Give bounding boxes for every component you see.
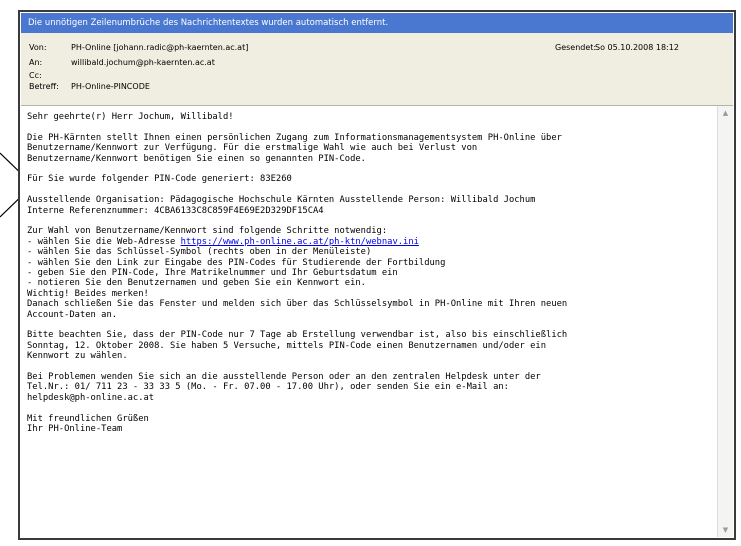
- step-line: - wählen Sie das Schlüssel-Symbol (recht…: [27, 247, 372, 258]
- paragraph-organisation: Ausstellende Organisation: Pädagogische …: [27, 195, 713, 216]
- step-line: - wählen Sie den Link zur Eingabe des PI…: [27, 257, 446, 268]
- from-row: Von: PH-Online [johann.radic@ph-kaernten.…: [29, 42, 248, 53]
- sent-value: So 05.10.2008 18:12: [595, 43, 679, 52]
- subject-label: Betreff:: [29, 82, 59, 91]
- step-1-prefix: - wählen Sie die Web-Adresse: [27, 236, 181, 247]
- text-line: helpdesk@ph-online.ac.at: [27, 392, 155, 403]
- to-value[interactable]: willibald.jochum@ph-kaernten.ac.at: [71, 58, 215, 67]
- step-line: - geben Sie den PIN-Code, Ihre Matrikeln…: [27, 268, 398, 279]
- pin-line: Für Sie wurde folgender PIN-Code generie…: [27, 174, 292, 185]
- step-1: - wählen Sie die Web-Adresse https://www…: [27, 237, 713, 247]
- text-line: Ausstellende Organisation: Pädagogische …: [27, 195, 536, 206]
- text-line: Benutzername/Kennwort benötigen Sie eine…: [27, 153, 366, 164]
- text-line: Tel.Nr.: 01/ 711 23 - 33 33 5 (Mo. - Fr.…: [27, 382, 509, 393]
- message-body[interactable]: Sehr geehrte(r) Herr Jochum, Willibald! …: [21, 106, 733, 537]
- cc-label: Cc:: [29, 71, 42, 80]
- email-window: Die unnötigen Zeilenumbrüche des Nachric…: [18, 10, 736, 540]
- text-line: Ihr PH-Online-Team: [27, 424, 123, 435]
- closing: Mit freundlichen Grüßen Ihr PH-Online-Te…: [27, 414, 713, 435]
- step-line: - notieren Sie den Benutzernamen und geb…: [27, 278, 366, 289]
- paragraph-helpdesk: Bei Problemen wenden Sie sich an die aus…: [27, 372, 713, 403]
- greeting: Sehr geehrte(r) Herr Jochum, Willibald!: [27, 112, 713, 122]
- paragraph-pin: Für Sie wurde folgender PIN-Code generie…: [27, 174, 713, 184]
- chevron-down-icon[interactable]: ▼: [718, 523, 733, 537]
- from-value[interactable]: PH-Online [johann.radic@ph-kaernten.ac.a…: [71, 43, 248, 52]
- subject-value: PH-Online-PINCODE: [71, 82, 150, 91]
- message-header: Von: PH-Online [johann.radic@ph-kaernten.…: [21, 33, 733, 106]
- to-row: An: willibald.jochum@ph-kaernten.ac.at: [29, 57, 215, 68]
- sent-label: Gesendet:: [555, 43, 597, 52]
- message-text: Sehr geehrte(r) Herr Jochum, Willibald! …: [27, 112, 713, 537]
- text-line: Interne Referenznummer: 4CBA6133C8C859F4…: [27, 205, 324, 216]
- paragraph-intro: Die PH-Kärnten stellt Ihnen einen persön…: [27, 133, 713, 164]
- text-line: Kennwort zu wählen.: [27, 351, 128, 362]
- step-line: Account-Daten an.: [27, 309, 118, 320]
- to-label: An:: [29, 58, 43, 67]
- chevron-up-icon[interactable]: ▲: [718, 106, 733, 120]
- sent-row: Gesendet:So 05.10.2008 18:12: [555, 42, 679, 53]
- web-address-link[interactable]: https://www.ph-online.ac.at/ph-ktn/webna…: [181, 237, 419, 247]
- text-line: Sonntag, 12. Oktober 2008. Sie haben 5 V…: [27, 340, 547, 351]
- info-bar[interactable]: Die unnötigen Zeilenumbrüche des Nachric…: [21, 13, 733, 33]
- from-label: Von:: [29, 43, 47, 52]
- steps-intro: Zur Wahl von Benutzername/Kennwort sind …: [27, 226, 388, 237]
- cc-row: Cc:: [29, 70, 71, 81]
- subject-row: Betreff: PH-Online-PINCODE: [29, 81, 150, 92]
- paragraph-validity: Bitte beachten Sie, dass der PIN-Code nu…: [27, 330, 713, 361]
- greeting-line: Sehr geehrte(r) Herr Jochum, Willibald!: [27, 112, 234, 122]
- text-line: Bei Problemen wenden Sie sich an die aus…: [27, 372, 541, 383]
- text-line: Die PH-Kärnten stellt Ihnen einen persön…: [27, 132, 562, 143]
- text-line: Mit freundlichen Grüßen: [27, 413, 149, 424]
- text-line: Benutzername/Kennwort zur Verfügung. Für…: [27, 143, 478, 154]
- paragraph-steps: Zur Wahl von Benutzername/Kennwort sind …: [27, 226, 713, 320]
- text-line: Bitte beachten Sie, dass der PIN-Code nu…: [27, 330, 568, 341]
- step-line: Wichtig! Beides merken!: [27, 288, 149, 299]
- vertical-scrollbar[interactable]: ▲ ▼: [717, 106, 733, 537]
- step-line: Danach schließen Sie das Fenster und mel…: [27, 299, 568, 310]
